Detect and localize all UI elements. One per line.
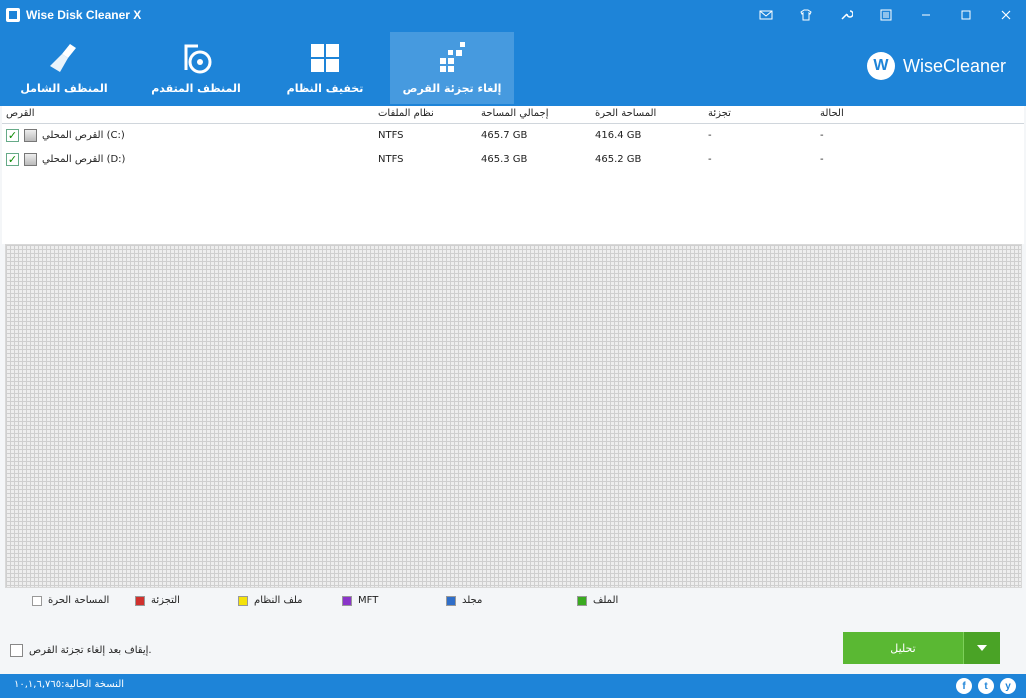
mail-icon[interactable] xyxy=(746,0,786,30)
disk-status: - xyxy=(820,154,824,165)
table-empty-area xyxy=(2,172,1024,244)
tool-label: المنظف الشامل xyxy=(20,82,108,95)
disk-filesystem: NTFS xyxy=(378,130,404,141)
disk-name: القرص المحلي (D:) xyxy=(42,154,126,165)
legend-label: التجزئة xyxy=(151,595,180,606)
legend-swatch xyxy=(238,595,248,606)
window-controls xyxy=(746,0,1026,30)
broom-icon xyxy=(44,38,84,78)
chevron-down-icon xyxy=(977,645,987,651)
col-total[interactable]: إجمالي المساحة xyxy=(481,108,548,119)
drive-icon xyxy=(24,153,37,166)
window-title: Wise Disk Cleaner X xyxy=(26,8,142,22)
table-header: القرص نظام الملفات إجمالي المساحة المساح… xyxy=(2,106,1024,124)
defrag-icon xyxy=(432,38,472,78)
tool-advanced-cleaner[interactable]: المنظف المتقدم xyxy=(134,32,258,104)
legend-swatch xyxy=(342,595,352,606)
row-checkbox[interactable]: ✓ xyxy=(6,153,19,166)
drive-icon xyxy=(24,129,37,142)
legend-swatch xyxy=(446,595,456,606)
title-bar: Wise Disk Cleaner X xyxy=(0,0,1026,30)
brand: W WiseCleaner xyxy=(866,52,1006,80)
menu-icon[interactable] xyxy=(866,0,906,30)
legend-label: المساحة الحرة xyxy=(48,595,110,606)
legend-label: MFT xyxy=(358,595,379,606)
col-status[interactable]: الحالة xyxy=(820,108,844,119)
close-icon[interactable] xyxy=(986,0,1026,30)
legend-file: الملف xyxy=(577,595,618,606)
cluster-map xyxy=(5,244,1022,588)
disk-filesystem: NTFS xyxy=(378,154,404,165)
main-toolbar: المنظف الشامل المنظف المتقدم تخفيف النظا… xyxy=(0,30,1026,106)
brand-name: WiseCleaner xyxy=(902,55,1006,76)
disk-fragmentation: - xyxy=(708,130,712,141)
facebook-icon[interactable]: f xyxy=(956,678,972,694)
disk-name: القرص المحلي (C:) xyxy=(42,130,125,141)
disk-free: 465.2 GB xyxy=(595,154,642,165)
col-free[interactable]: المساحة الحرة xyxy=(595,108,656,119)
legend-label: ملف النظام xyxy=(254,595,303,606)
legend-swatch xyxy=(135,595,145,606)
shutdown-label: إيقاف بعد إلغاء تجزئة القرص. xyxy=(29,645,152,656)
disk-table: القرص نظام الملفات إجمالي المساحة المساح… xyxy=(2,106,1024,172)
analyze-button[interactable]: تحليل xyxy=(843,632,963,664)
social-links: f t y xyxy=(950,678,1016,694)
analyze-dropdown-button[interactable] xyxy=(963,632,1000,664)
col-fragmentation[interactable]: تجزئة xyxy=(708,108,731,119)
legend-label: الملف xyxy=(593,595,619,606)
shutdown-after-defrag-option[interactable]: إيقاف بعد إلغاء تجزئة القرص. xyxy=(10,644,152,657)
tool-label: تخفيف النظام xyxy=(286,82,364,95)
shutdown-checkbox[interactable] xyxy=(10,644,23,657)
disk-status: - xyxy=(820,130,824,141)
legend-mft: MFT xyxy=(342,595,378,606)
legend-swatch xyxy=(577,595,587,606)
brand-logo: W xyxy=(866,52,895,80)
legend-free-space: المساحة الحرة xyxy=(32,595,109,606)
disk-free: 416.4 GB xyxy=(595,130,642,141)
tool-label: المنظف المتقدم xyxy=(151,82,241,95)
table-row[interactable]: ✓ القرص المحلي (D:) NTFS 465.3 GB 465.2 … xyxy=(2,148,1024,172)
tool-disk-defrag[interactable]: إلغاء تجزئة القرص xyxy=(390,32,514,104)
version-text: النسخة الحالية:١٠,١,٦,٧٦٥ xyxy=(14,679,125,690)
col-disk[interactable]: القرص xyxy=(6,108,35,119)
tool-label: إلغاء تجزئة القرص xyxy=(402,82,502,95)
col-filesystem[interactable]: نظام الملفات xyxy=(378,108,434,119)
legend-system-file: ملف النظام xyxy=(238,595,302,606)
map-legend: المساحة الحرة التجزئة ملف النظام MFT مجل… xyxy=(0,590,1026,614)
skin-icon[interactable] xyxy=(786,0,826,30)
youtube-icon[interactable]: y xyxy=(1000,678,1016,694)
legend-swatch xyxy=(32,595,42,606)
settings-icon[interactable] xyxy=(826,0,866,30)
legend-fragmented: التجزئة xyxy=(135,595,180,606)
windows-icon xyxy=(305,38,345,78)
tool-common-cleaner[interactable]: المنظف الشامل xyxy=(2,32,126,104)
disk-total: 465.3 GB xyxy=(481,154,528,165)
minimize-icon[interactable] xyxy=(906,0,946,30)
disk-total: 465.7 GB xyxy=(481,130,528,141)
tool-system-tuneup[interactable]: تخفيف النظام xyxy=(263,32,387,104)
disk-fragmentation: - xyxy=(708,154,712,165)
legend-label: مجلد xyxy=(462,595,483,606)
app-icon xyxy=(6,8,20,22)
twitter-icon[interactable]: t xyxy=(978,678,994,694)
vacuum-icon xyxy=(176,38,216,78)
maximize-icon[interactable] xyxy=(946,0,986,30)
row-checkbox[interactable]: ✓ xyxy=(6,129,19,142)
status-bar: النسخة الحالية:١٠,١,٦,٧٦٥ f t y xyxy=(0,674,1026,698)
analyze-split-button: تحليل xyxy=(843,632,1000,664)
table-row[interactable]: ✓ القرص المحلي (C:) NTFS 465.7 GB 416.4 … xyxy=(2,124,1024,148)
legend-folder: مجلد xyxy=(446,595,482,606)
